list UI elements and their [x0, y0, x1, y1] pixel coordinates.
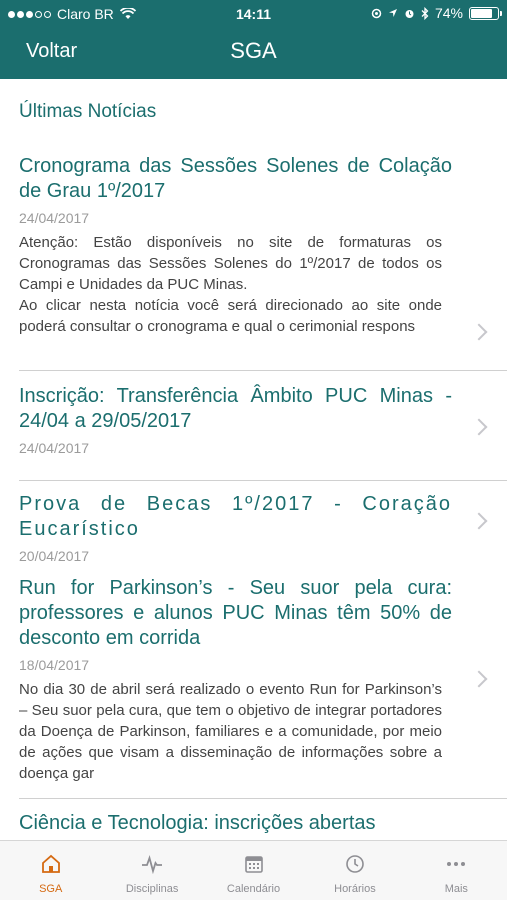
news-title: Prova de Becas 1º/2017 - Coração Eucarís…	[19, 493, 452, 540]
status-bar: Claro BR 14:11 74%	[0, 0, 507, 28]
tab-calendario[interactable]: Calendário	[203, 841, 304, 900]
section-title: Últimas Notícias	[19, 101, 157, 122]
battery-percent: 74%	[434, 5, 463, 21]
tab-horarios[interactable]: Horários	[304, 841, 405, 900]
news-date: 18/04/2017	[19, 657, 90, 673]
more-icon	[444, 853, 468, 875]
tab-label: Disciplinas	[125, 883, 179, 895]
bluetooth-icon	[421, 6, 429, 20]
news-item[interactable]: Run for Parkinson’s - Seu suor pela cura…	[0, 576, 507, 784]
status-right: 74%	[371, 5, 502, 21]
news-title: Run for Parkinson’s - Seu suor pela cura…	[19, 577, 452, 649]
separator	[19, 370, 507, 371]
tab-label: Horários	[334, 883, 376, 895]
news-title: Inscrição: Transferência Âmbito PUC Mina…	[19, 385, 452, 432]
news-body: No dia 30 de abril será realizado o even…	[19, 681, 442, 782]
chevron-right-icon	[470, 670, 488, 688]
news-body: Atenção: Estão disponíveis no site de fo…	[19, 234, 442, 335]
tab-bar: SGA Disciplinas Calendário Horários Mais	[0, 840, 507, 900]
news-date: 24/04/2017	[19, 440, 90, 456]
calendar-icon	[242, 853, 266, 875]
news-item[interactable]: Prova de Becas 1º/2017 - Coração Eucarís…	[0, 492, 507, 564]
alarm-icon	[405, 9, 414, 18]
tab-label: Calendário	[226, 883, 281, 895]
battery-icon	[469, 6, 502, 20]
nav-bar: Voltar SGA	[0, 30, 507, 75]
pulse-icon	[140, 853, 164, 875]
news-date: 20/04/2017	[19, 548, 90, 564]
tab-disciplinas[interactable]: Disciplinas	[101, 841, 202, 900]
news-item[interactable]: Inscrição: Transferência Âmbito PUC Mina…	[0, 384, 507, 456]
chevron-right-icon	[470, 512, 488, 530]
news-content[interactable]: Últimas Notícias Cronograma das Sessões …	[0, 79, 507, 840]
back-button[interactable]: Voltar	[26, 40, 77, 63]
chevron-right-icon	[470, 418, 488, 436]
clock-icon	[343, 853, 367, 875]
navigation-arrow-icon	[388, 9, 397, 17]
tab-label: SGA	[39, 883, 63, 895]
chevron-right-icon	[470, 323, 488, 341]
tab-mais[interactable]: Mais	[406, 841, 507, 900]
news-item[interactable]: Cronograma das Sessões Solenes de Colaçã…	[0, 154, 507, 341]
top-bar: Claro BR 14:11 74% Voltar SGA	[0, 0, 507, 79]
news-title: Cronograma das Sessões Solenes de Colaçã…	[19, 155, 452, 202]
tab-sga[interactable]: SGA	[0, 841, 101, 900]
news-item[interactable]: Ciência e Tecnologia: inscrições abertas	[0, 811, 507, 836]
news-title: Ciência e Tecnologia: inscrições abertas	[19, 812, 376, 834]
separator	[19, 798, 507, 799]
tab-label: Mais	[444, 883, 468, 895]
home-icon	[39, 853, 63, 875]
separator	[19, 480, 507, 481]
location-icon	[371, 8, 382, 18]
news-date: 24/04/2017	[19, 210, 90, 226]
